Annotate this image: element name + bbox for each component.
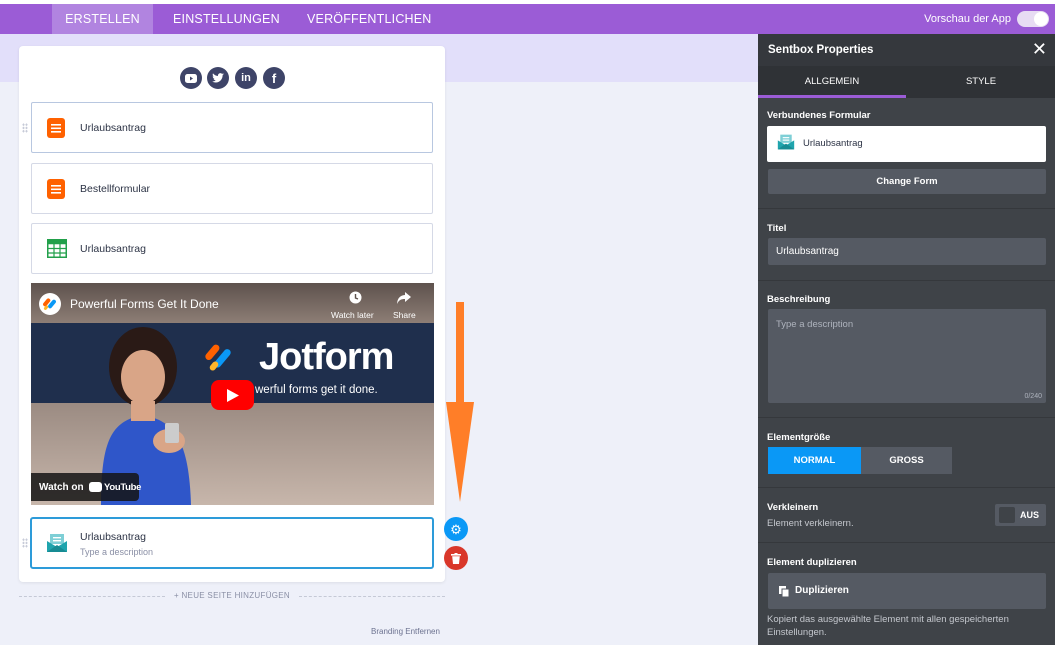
top-nav-bar: ERSTELLEN EINSTELLUNGEN VERÖFFENTLICHEN … xyxy=(0,0,1055,34)
youtube-logo-icon xyxy=(89,482,102,492)
shrink-toggle[interactable]: AUS xyxy=(995,504,1046,526)
description-counter: 0/240 xyxy=(1024,393,1042,400)
jotform-logo-icon xyxy=(203,341,239,382)
duplicate-label: Element duplizieren xyxy=(767,557,857,568)
shrink-label: Verkleinern xyxy=(767,502,819,513)
connected-form-value: Urlaubsantrag xyxy=(803,138,863,149)
size-normal-button[interactable]: NORMAL xyxy=(768,447,861,474)
description-textarea[interactable]: Type a description 0/240 xyxy=(768,309,1046,403)
list-item[interactable]: Bestellformular xyxy=(31,163,433,214)
remove-branding-link[interactable]: Branding Entfernen xyxy=(371,627,440,636)
divider xyxy=(299,596,445,597)
shrink-section: Verkleinern Element verkleinern. AUS xyxy=(758,488,1055,543)
share-label[interactable]: Share xyxy=(393,310,416,320)
watch-on-label: Watch on xyxy=(39,482,84,493)
trash-icon xyxy=(451,552,461,564)
title-section: Titel Urlaubsantrag xyxy=(758,209,1055,281)
tab-erstellen[interactable]: ERSTELLEN xyxy=(52,4,153,34)
video-brand-text: Jotform xyxy=(259,336,394,378)
video-tagline: werful forms get it done. xyxy=(255,384,378,396)
properties-panel: Sentbox Properties ✕ ALLGEMEIN STYLE Ver… xyxy=(758,34,1055,645)
toggle-handle-icon xyxy=(999,507,1015,523)
list-item-label: Bestellformular xyxy=(80,183,151,195)
tab-style[interactable]: STYLE xyxy=(907,66,1055,98)
title-input[interactable]: Urlaubsantrag xyxy=(768,238,1046,265)
copy-icon xyxy=(779,586,789,597)
sentbox-icon xyxy=(777,133,795,156)
jotform-channel-icon[interactable] xyxy=(39,293,61,315)
title-label: Titel xyxy=(767,223,787,234)
shrink-description: Element verkleinern. xyxy=(767,518,854,529)
description-placeholder: Type a description xyxy=(776,319,854,330)
tab-veroeffentlichen[interactable]: VERÖFFENTLICHEN xyxy=(307,4,432,34)
annotation-arrow-icon xyxy=(446,302,474,502)
duplicate-button-label: Duplizieren xyxy=(795,585,849,596)
video-embed[interactable]: Powerful Forms Get It Done Watch later S… xyxy=(31,283,434,505)
size-section: Elementgröße NORMAL GROSS xyxy=(758,418,1055,488)
sheet-grid-icon xyxy=(47,239,67,263)
watch-later-label[interactable]: Watch later xyxy=(331,310,374,320)
facebook-icon[interactable]: f xyxy=(263,67,285,89)
size-gross-button[interactable]: GROSS xyxy=(861,447,952,474)
duplicate-description: Kopiert das ausgewählte Element mit alle… xyxy=(767,614,1009,638)
close-icon[interactable]: ✕ xyxy=(1032,40,1047,58)
list-item[interactable]: Urlaubsantrag xyxy=(31,102,433,153)
tab-einstellungen[interactable]: EINSTELLUNGEN xyxy=(173,4,280,34)
description-label: Beschreibung xyxy=(767,294,831,305)
drag-handle-icon[interactable] xyxy=(22,123,28,133)
clock-icon[interactable] xyxy=(342,291,368,309)
element-settings-button[interactable]: ⚙ xyxy=(444,517,468,541)
selected-sentbox-item[interactable]: Urlaubsantrag Type a description xyxy=(30,517,434,569)
panel-tabs: ALLGEMEIN STYLE xyxy=(758,66,1055,98)
tab-allgemein[interactable]: ALLGEMEIN xyxy=(758,66,906,98)
form-doc-icon xyxy=(47,179,65,204)
panel-title: Sentbox Properties xyxy=(768,44,874,56)
description-section: Beschreibung Type a description 0/240 xyxy=(758,281,1055,418)
list-item-label: Urlaubsantrag xyxy=(80,243,146,255)
duplicate-section: Element duplizieren Duplizieren Kopiert … xyxy=(758,543,1055,645)
video-title[interactable]: Powerful Forms Get It Done xyxy=(70,297,219,311)
share-icon[interactable] xyxy=(397,291,411,309)
change-form-button[interactable]: Change Form xyxy=(768,169,1046,194)
twitter-icon[interactable] xyxy=(207,67,229,89)
list-item-label: Urlaubsantrag xyxy=(80,122,146,134)
linkedin-icon[interactable]: in xyxy=(235,67,257,89)
play-button-icon[interactable] xyxy=(211,380,254,410)
selected-item-description: Type a description xyxy=(80,547,154,557)
watch-on-youtube-button[interactable]: Watch on YouTube xyxy=(31,473,142,501)
sentbox-icon xyxy=(46,532,68,559)
connected-form-section: Verbundenes Formular Urlaubsantrag Chang… xyxy=(758,98,1055,209)
drag-handle-icon[interactable] xyxy=(22,538,28,548)
list-item[interactable]: Urlaubsantrag xyxy=(31,223,433,274)
connected-form-label: Verbundenes Formular xyxy=(767,110,871,121)
panel-header: Sentbox Properties ✕ xyxy=(758,34,1055,66)
selected-item-title: Urlaubsantrag xyxy=(80,531,146,543)
shrink-toggle-state: AUS xyxy=(1020,510,1040,520)
connected-form-field[interactable]: Urlaubsantrag xyxy=(767,126,1046,162)
duplicate-button[interactable]: Duplizieren xyxy=(768,573,1046,609)
size-label: Elementgröße xyxy=(767,432,831,443)
element-delete-button[interactable] xyxy=(444,546,468,570)
app-preview-label: Vorschau der App xyxy=(924,13,1011,25)
gear-icon: ⚙ xyxy=(450,521,462,537)
app-preview-toggle[interactable] xyxy=(1017,11,1049,27)
youtube-wordmark: YouTube xyxy=(104,482,142,493)
form-doc-icon xyxy=(47,118,65,143)
youtube-icon[interactable] xyxy=(180,67,202,89)
